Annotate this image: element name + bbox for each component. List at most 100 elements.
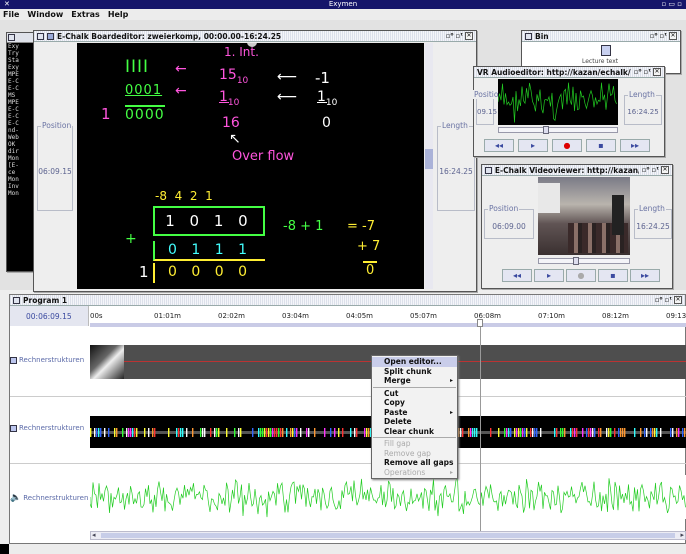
audio-seek-thumb[interactable] xyxy=(543,126,549,134)
video-play-button[interactable]: ▸ xyxy=(534,269,564,282)
context-menu-item-label: Remove all gaps xyxy=(384,458,454,467)
scroll-right-arrow[interactable]: ▸ xyxy=(680,531,684,539)
context-menu-item[interactable]: Open editor... xyxy=(372,357,457,367)
context-menu-item[interactable]: Fill gap xyxy=(372,439,457,449)
video-title-bar[interactable]: E-Chalk Videoviewer: http://kazan/ ▫⁰ ▫ᵗ… xyxy=(482,165,672,176)
chalk-row3-dec: 16 xyxy=(222,115,240,131)
app-close-button[interactable]: ✕ xyxy=(4,0,10,9)
context-menu-item[interactable]: Merge ▸ xyxy=(372,376,457,386)
context-menu-item[interactable]: Paste ▸ xyxy=(372,408,457,418)
program-window-icon[interactable] xyxy=(13,296,20,304)
bin-title-bar[interactable]: Bin ▫⁰ ▫ᵗ ✕ xyxy=(522,31,680,42)
video-seek-slider[interactable] xyxy=(538,257,630,265)
timeline-tick-label: 08:12m xyxy=(602,312,629,320)
board-title: E-Chalk Boardeditor: zweierkomp, 00:00.0… xyxy=(57,31,282,41)
scroll-thumb[interactable] xyxy=(101,533,675,538)
context-menu-item[interactable]: Remove all gaps xyxy=(372,458,457,468)
video-strip-segment xyxy=(622,428,624,437)
bin-item[interactable]: Lecture text xyxy=(582,45,618,65)
video-minimize-button[interactable]: ▫⁰ xyxy=(642,166,650,174)
video-strip-segment xyxy=(676,428,678,437)
video-maximize-button[interactable]: ▫ᵗ xyxy=(652,166,659,174)
context-menu-item[interactable]: Remove gap xyxy=(372,449,457,459)
board-position-label: Position xyxy=(41,121,73,130)
program-close-button[interactable]: ✕ xyxy=(674,296,682,304)
video-strip-segment xyxy=(590,428,592,437)
video-seek-thumb[interactable] xyxy=(573,257,579,265)
chalk-row1-dec: 1510 xyxy=(219,67,249,86)
audio-play-button[interactable]: ▸ xyxy=(518,139,548,152)
bin-close-button[interactable]: ✕ xyxy=(669,32,677,40)
program-minimize-button[interactable]: ▫⁰ xyxy=(655,296,663,304)
audio-rewind-button[interactable]: ◂◂ xyxy=(484,139,514,152)
board-window-icon[interactable] xyxy=(37,32,44,40)
audio-waveform[interactable] xyxy=(498,79,618,125)
speaker-icon: 🔈 xyxy=(10,493,22,503)
timeline-ruler[interactable]: 00s 01:01m 02:02m 03:04m 04:05m 05:07m 06:08m 0… xyxy=(90,306,686,327)
context-menu-item[interactable]: Operations ▸ xyxy=(372,468,457,478)
context-menu-item[interactable]: Delete xyxy=(372,417,457,427)
video-frame[interactable] xyxy=(538,177,630,255)
board-vertical-scroll[interactable] xyxy=(425,43,433,289)
bin-minimize-button[interactable]: ▫⁰ xyxy=(650,32,658,40)
audio-seek-slider[interactable] xyxy=(498,126,618,134)
scroll-left-arrow[interactable]: ◂ xyxy=(92,531,96,539)
menu-extras[interactable]: Extras xyxy=(71,10,100,19)
video-strip-segment xyxy=(282,428,284,437)
audio-stop-button[interactable]: ▪ xyxy=(586,139,616,152)
menu-file[interactable]: File xyxy=(3,10,19,19)
video-strip-segment xyxy=(540,428,542,437)
program-title-bar[interactable]: Program 1 ▫⁰ ▫ᵗ ✕ xyxy=(10,295,685,306)
audio-close-button[interactable]: ✕ xyxy=(653,68,661,76)
board-maximize-button[interactable]: ▫ᵗ xyxy=(456,32,463,40)
track-row-3: 🔈 Rechnerstrukturen xyxy=(10,465,686,529)
video-strip-segment xyxy=(646,428,648,437)
track-1-header[interactable]: Rechnerstrukturen xyxy=(10,356,98,364)
context-menu-item[interactable]: Copy xyxy=(372,398,457,408)
video-close-button[interactable]: ✕ xyxy=(661,166,669,174)
video-strip-segment xyxy=(684,428,686,437)
bin-window-icon[interactable] xyxy=(525,32,532,40)
video-rewind-button[interactable]: ◂◂ xyxy=(502,269,532,282)
video-strip-segment xyxy=(574,428,576,437)
timeline-horizontal-scrollbar[interactable]: ◂ ▸ xyxy=(90,531,686,540)
board-title-bar[interactable]: E-Chalk Boardeditor: zweierkomp, 00:00.0… xyxy=(34,31,476,42)
bin-maximize-button[interactable]: ▫ᵗ xyxy=(660,32,667,40)
context-menu-item[interactable]: Split chunk xyxy=(372,367,457,377)
track-2-header[interactable]: Rechnerstrukturen xyxy=(10,424,98,432)
video-strip-segment xyxy=(644,428,646,437)
context-menu-item[interactable]: Cut xyxy=(372,389,457,399)
app-window-buttons[interactable]: ▫ ▭ ▫ xyxy=(661,0,682,9)
timeline-tick-label: 06:08m xyxy=(474,312,501,320)
chalkboard[interactable]: IIII ← 1. Int. 1510 ⟵ -1 0001 ← 110 ⟵ 11… xyxy=(77,43,424,289)
program-maximize-button[interactable]: ▫ᵗ xyxy=(665,296,672,304)
context-menu-item[interactable]: Clear chunk xyxy=(372,427,457,437)
track-row-2: Rechnerstrukturen xyxy=(10,398,686,464)
audio-forward-button[interactable]: ▸▸ xyxy=(620,139,650,152)
video-strip-segment xyxy=(354,428,356,437)
audio-maximize-button[interactable]: ▫ᵗ xyxy=(644,68,651,76)
menu-help[interactable]: Help xyxy=(108,10,129,19)
video-strip-segment xyxy=(136,428,138,437)
video-stop-button[interactable]: ▪ xyxy=(598,269,628,282)
chalk-row1-val: -1 xyxy=(315,69,330,87)
video-strip-segment xyxy=(516,428,518,437)
video-length-group: Length 16:24.25 xyxy=(634,204,672,239)
playhead-marker[interactable] xyxy=(477,319,483,327)
audio-minimize-button[interactable]: ▫⁰ xyxy=(634,68,642,76)
video-strip-segment xyxy=(114,428,116,437)
board-minimize-button[interactable]: ▫⁰ xyxy=(446,32,454,40)
video-window-icon[interactable] xyxy=(485,166,492,174)
chalk-zero: 0 xyxy=(363,261,378,278)
video-record-button[interactable]: ● xyxy=(566,269,596,282)
menu-window[interactable]: Window xyxy=(27,10,63,19)
video-strip-segment xyxy=(214,428,216,437)
track-3-waveform[interactable] xyxy=(90,475,686,519)
video-strip-segment xyxy=(600,428,602,437)
video-forward-button[interactable]: ▸▸ xyxy=(630,269,660,282)
console-icon[interactable] xyxy=(8,34,15,41)
track-3-header[interactable]: 🔈 Rechnerstrukturen xyxy=(10,493,98,503)
audio-title-bar[interactable]: VR Audioeditor: http://kazan/echalk/le ▫… xyxy=(474,67,664,78)
board-close-button[interactable]: ✕ xyxy=(465,32,473,40)
audio-record-button[interactable]: ● xyxy=(552,139,582,152)
